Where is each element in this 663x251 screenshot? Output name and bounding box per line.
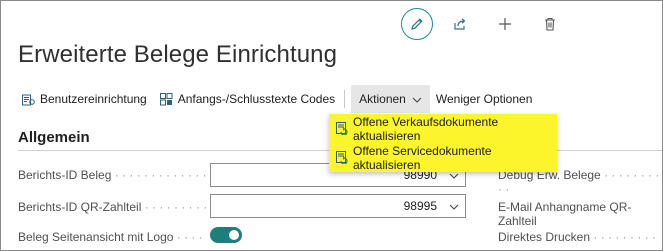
codes-label: Anfangs-/Schlusstexte Codes — [177, 92, 336, 106]
plus-icon[interactable] — [490, 9, 520, 39]
action-bar: Benutzereinrichtung Anfangs-/Schlusstext… — [18, 85, 539, 113]
menu-item-update-service-docs[interactable]: Offene Servicedokumente aktualisieren — [329, 143, 557, 172]
berichts-id-qr-field[interactable]: 98995 — [210, 194, 466, 218]
actions-dropdown-menu: Offene Verkaufsdokumente aktualisieren O… — [329, 114, 557, 172]
field-label-seitenansicht-logo: Beleg Seitenansicht mit Logo · · · · — [18, 230, 203, 244]
field-label-email-anhang: E-Mail Anhangname QR-Zahlteil — [498, 200, 632, 228]
field-label-direktes-drucken: Direktes Drucken · · · · · · · · · · · — [498, 230, 657, 251]
chevron-down-icon — [412, 92, 422, 106]
page-frame: Erweiterte Belege Einrichtung Benutzerei… — [0, 0, 663, 251]
pencil-icon[interactable] — [401, 8, 433, 40]
page-title: Erweiterte Belege Einrichtung — [18, 41, 338, 68]
fewer-options-label: Weniger Optionen — [435, 92, 533, 106]
update-document-icon — [336, 151, 349, 165]
user-setup-icon — [22, 93, 35, 106]
fewer-options-button[interactable]: Weniger Optionen — [430, 85, 540, 113]
chevron-down-icon[interactable] — [449, 199, 459, 213]
menu-item-label: Offene Verkaufsdokumente aktualisieren — [353, 114, 499, 143]
codes-button[interactable]: Anfangs-/Schlusstexte Codes — [154, 85, 342, 113]
action-separator — [344, 90, 346, 108]
seitenansicht-logo-toggle[interactable] — [210, 227, 242, 243]
share-icon[interactable] — [445, 9, 475, 39]
toggle-knob — [229, 230, 239, 240]
menu-item-update-sales-docs[interactable]: Offene Verkaufsdokumente aktualisieren — [329, 114, 557, 143]
field-label-debug: Debug Erw. Belege · · · · · · · · · · — [498, 168, 660, 196]
section-title: Allgemein — [18, 129, 90, 146]
actions-menu-button[interactable]: Aktionen — [351, 85, 430, 113]
codes-icon — [159, 92, 173, 106]
berichts-id-qr-value: 98995 — [403, 199, 437, 213]
top-action-bar — [401, 8, 580, 40]
user-setup-label: Benutzereinrichtung — [40, 92, 147, 106]
trash-icon[interactable] — [535, 9, 565, 39]
update-document-icon — [336, 122, 349, 136]
menu-item-label: Offene Servicedokumente aktualisieren — [353, 143, 492, 172]
actions-label: Aktionen — [359, 92, 406, 106]
user-setup-button[interactable]: Benutzereinrichtung — [18, 85, 154, 113]
